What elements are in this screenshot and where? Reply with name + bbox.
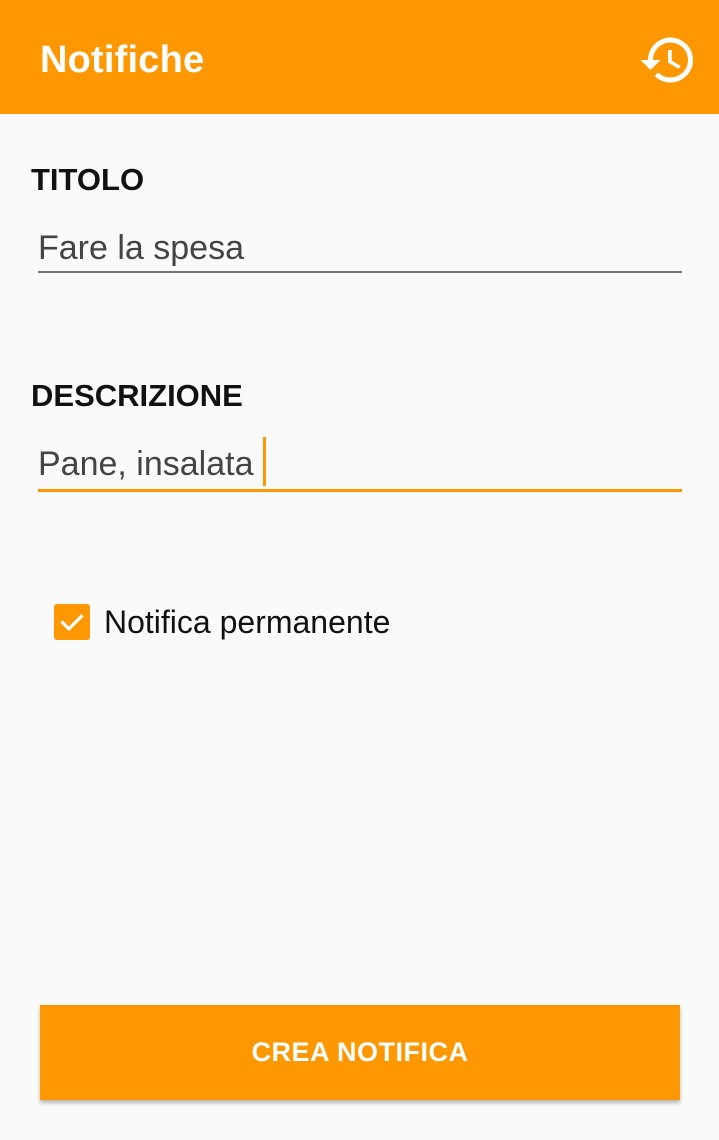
title-input[interactable] [38, 222, 682, 274]
checkbox-checked[interactable] [54, 604, 90, 640]
description-label: DESCRIZIONE [31, 378, 243, 413]
text-cursor [263, 437, 266, 486]
title-input-underline [38, 271, 682, 273]
app-title: Notifiche [40, 39, 205, 81]
create-notification-button[interactable]: CREA NOTIFICA [40, 1005, 680, 1100]
description-input[interactable] [38, 438, 682, 490]
history-button[interactable] [638, 30, 698, 90]
permanent-notification-checkbox[interactable]: Notifica permanente [54, 600, 390, 644]
permanent-notification-label: Notifica permanente [104, 604, 391, 640]
app-bar: Notifiche [0, 0, 719, 114]
title-label: TITOLO [31, 162, 145, 197]
checkmark-icon [60, 614, 84, 632]
description-input-underline [38, 489, 682, 492]
history-icon [640, 37, 693, 83]
